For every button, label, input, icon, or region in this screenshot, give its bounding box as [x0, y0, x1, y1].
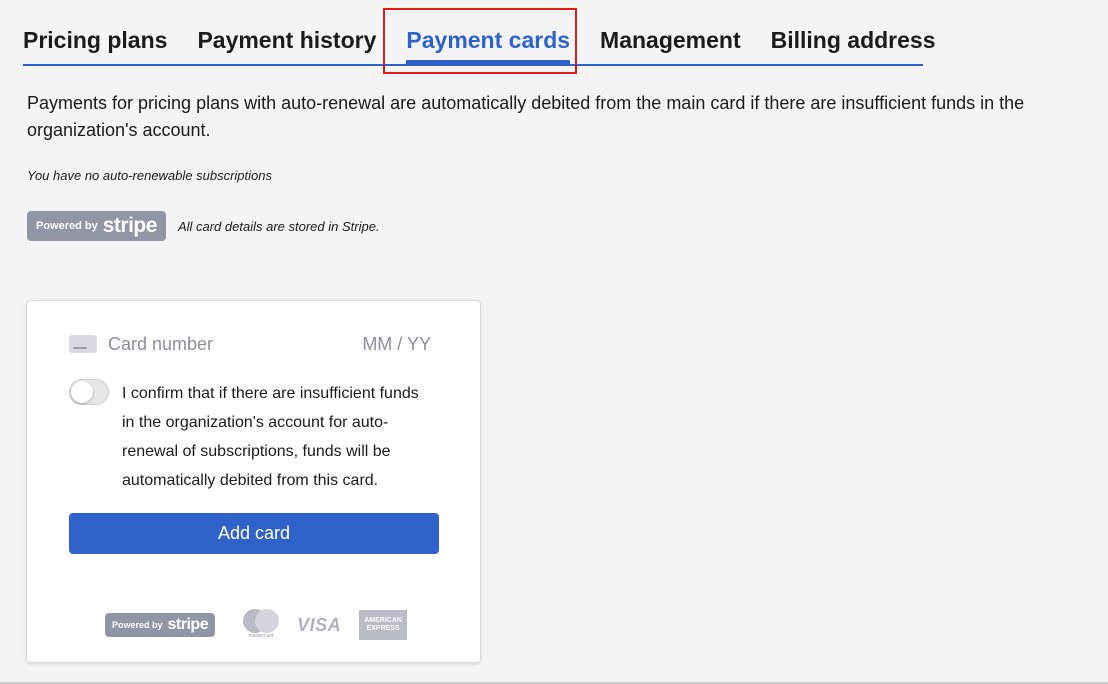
mastercard-logo-icon: mastercard — [241, 609, 281, 641]
stripe-storage-note: All card details are stored in Stripe. — [177, 218, 380, 234]
stripe-logo-text: stripe — [102, 214, 158, 237]
mastercard-label: mastercard — [248, 633, 274, 639]
tab-pricing-plans[interactable]: Pricing plans — [23, 24, 167, 64]
powered-by-stripe-badge-small: Powered by stripe — [105, 613, 216, 637]
auto-debit-confirm-text: I confirm that if there are insufficient… — [122, 385, 419, 489]
auto-debit-confirm-row: I confirm that if there are insufficient… — [69, 379, 439, 495]
powered-by-stripe-badge: Powered by stripe — [27, 211, 166, 241]
tab-payment-cards[interactable]: Payment cards — [406, 24, 570, 66]
no-subscriptions-note: You have no auto-renewable subscriptions — [27, 168, 272, 183]
card-number-placeholder: Card number — [108, 333, 214, 354]
auto-renewal-description: Payments for pricing plans with auto-ren… — [27, 93, 1025, 140]
auto-debit-toggle[interactable] — [69, 379, 109, 405]
expiry-input[interactable]: MM / YY — [362, 334, 431, 355]
tab-management[interactable]: Management — [600, 24, 741, 64]
visa-logo-icon: VISA — [297, 614, 342, 635]
card-number-input[interactable]: Card number MM / YY — [69, 329, 431, 359]
toggle-knob — [71, 381, 93, 403]
credit-card-icon — [69, 335, 97, 353]
tab-payment-history[interactable]: Payment history — [197, 24, 376, 64]
payment-cards-page: Pricing plans Payment history Payment ca… — [0, 0, 1108, 684]
payment-logos: Powered by stripe mastercard VISA AMERIC… — [105, 608, 408, 642]
stripe-logo-text: stripe — [167, 616, 209, 633]
add-card-button[interactable]: Add card — [69, 513, 439, 554]
tab-billing-address[interactable]: Billing address — [771, 24, 936, 64]
amex-logo-icon: AMERICAN EXPRESS — [359, 610, 408, 640]
billing-tabs: Pricing plans Payment history Payment ca… — [23, 24, 936, 66]
amex-line-1: AMERICAN — [364, 617, 402, 624]
powered-by-label: Powered by — [36, 220, 98, 232]
stripe-info-row: Powered by stripe All card details are s… — [27, 211, 380, 241]
add-card-panel: Card number MM / YY I confirm that if th… — [26, 300, 481, 663]
amex-line-2: EXPRESS — [366, 625, 400, 632]
powered-by-label: Powered by — [112, 620, 163, 630]
